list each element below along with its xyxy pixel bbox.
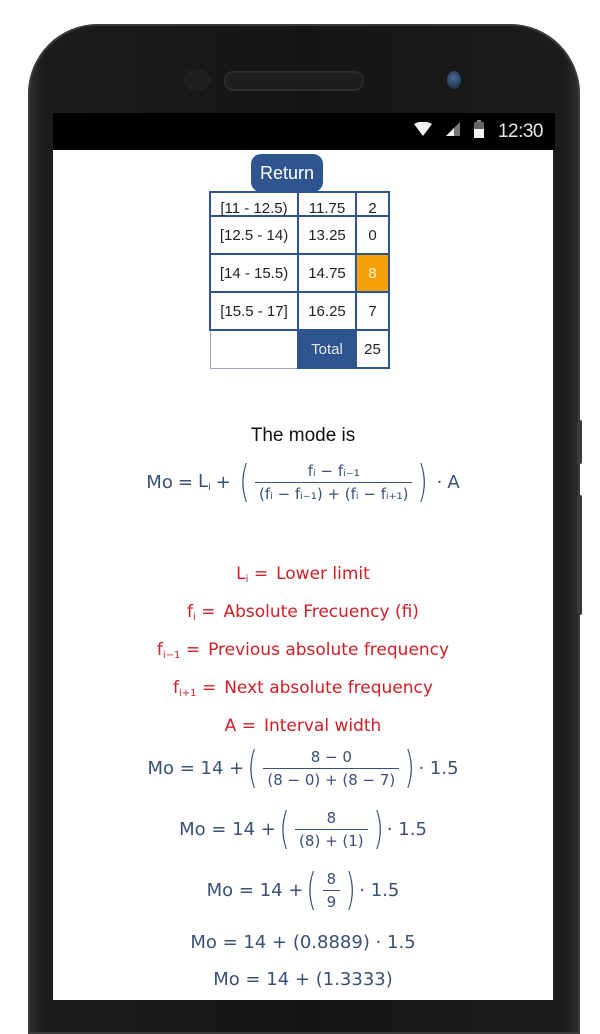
total-label: Total xyxy=(297,329,357,369)
class-mark-cell: 16.25 xyxy=(297,291,357,331)
fraction-denominator: (fᵢ − fᵢ₋₁) + (fᵢ − fᵢ₊₁) xyxy=(255,481,413,503)
mode-title: The mode is xyxy=(250,425,356,446)
calculation-step: Mo = 14 + (1.3333) xyxy=(213,969,393,990)
earpiece-speaker xyxy=(224,71,364,91)
class-mark-cell: 11.75 xyxy=(297,191,357,217)
legend-item: fi = Absolute Frecuency (fi) xyxy=(187,602,419,623)
right-paren: ) xyxy=(345,864,356,915)
right-paren: ) xyxy=(404,742,416,793)
calculation-step: Mo = 14 + (0.8889) · 1.5 xyxy=(190,932,416,953)
frequency-cell: 0 xyxy=(355,215,390,255)
signal-icon xyxy=(445,122,460,141)
interval-cell: [14 - 15.5) xyxy=(209,253,299,293)
total-row: Total 25 xyxy=(209,329,390,369)
legend-item: Li = Lower limit xyxy=(236,564,370,585)
frequency-cell: 2 xyxy=(355,191,390,217)
plus-sign: + xyxy=(215,471,231,493)
step-fraction: 8 (8) + (1) xyxy=(295,809,368,850)
mode-formula: Mo = Li + ( fᵢ − fᵢ₋₁ (fᵢ − fᵢ₋₁) + (fᵢ … xyxy=(53,460,553,504)
table-row: [11 - 12.5) 11.75 2 xyxy=(209,191,390,217)
battery-icon xyxy=(473,120,484,143)
power-button[interactable] xyxy=(577,420,582,464)
empty-cell xyxy=(209,329,299,369)
left-paren: ( xyxy=(239,456,250,507)
right-paren: ) xyxy=(417,456,429,507)
interval-cell: [15.5 - 17] xyxy=(209,291,299,331)
step-fraction: 8 − 0 (8 − 0) + (8 − 7) xyxy=(263,748,400,789)
wifi-icon xyxy=(413,121,432,141)
table-row: [15.5 - 17] 16.25 7 xyxy=(209,291,390,331)
calculation-step: Mo = 14 + ( 8 9 ) · 1.5 xyxy=(206,864,400,915)
front-camera xyxy=(447,71,461,89)
table-row: [14 - 15.5) 14.75 8 xyxy=(209,253,390,293)
proximity-sensor xyxy=(183,70,211,90)
step-fraction: 8 9 xyxy=(322,870,341,911)
class-mark-cell: 14.75 xyxy=(297,253,357,293)
times-sign: · xyxy=(436,471,443,493)
table-row: [12.5 - 14) 13.25 0 xyxy=(209,215,390,255)
calculation-step: Mo = 14 + ( 8 (8) + (1) ) · 1.5 xyxy=(179,803,427,854)
volume-rocker[interactable] xyxy=(577,495,582,615)
left-paren: ( xyxy=(306,864,318,915)
content-area[interactable]: Return [11 - 12.5) 11.75 2 [12.5 - 14) 1… xyxy=(53,150,555,1000)
calculation-step: Mo = 14 + ( 8 − 0 (8 − 0) + (8 − 7) ) · … xyxy=(147,742,459,793)
formula-li: Li xyxy=(197,471,211,493)
status-bar: 12:30 xyxy=(53,113,555,150)
legend-item: A = Interval width xyxy=(224,716,382,736)
fraction-numerator: fᵢ − fᵢ₋₁ xyxy=(307,461,360,480)
interval-cell: [12.5 - 14) xyxy=(209,215,299,255)
frequency-table: [11 - 12.5) 11.75 2 [12.5 - 14) 13.25 0 … xyxy=(209,191,390,369)
interval-cell: [11 - 12.5) xyxy=(209,191,299,217)
class-mark-cell: 13.25 xyxy=(297,215,357,255)
modal-frequency-cell: 8 xyxy=(355,253,390,293)
total-value: 25 xyxy=(355,329,390,369)
formula-fraction: fᵢ − fᵢ₋₁ (fᵢ − fᵢ₋₁) + (fᵢ − fᵢ₊₁) xyxy=(255,461,413,503)
legend-item: fi+1 = Next absolute frequency xyxy=(173,678,433,699)
left-paren: ( xyxy=(279,803,290,854)
frequency-cell: 7 xyxy=(355,291,390,331)
right-paren: ) xyxy=(373,803,384,854)
legend-item: fi−1 = Previous absolute frequency xyxy=(156,640,450,661)
equals-sign: = xyxy=(177,471,193,493)
return-button[interactable]: Return xyxy=(251,154,323,192)
formula-a: A xyxy=(447,471,460,493)
formula-lhs: Mo xyxy=(146,471,173,493)
clock: 12:30 xyxy=(497,120,544,142)
screen: 12:30 Return [11 - 12.5) 11.75 2 [12.5 -… xyxy=(53,113,555,1000)
left-paren: ( xyxy=(247,742,258,793)
